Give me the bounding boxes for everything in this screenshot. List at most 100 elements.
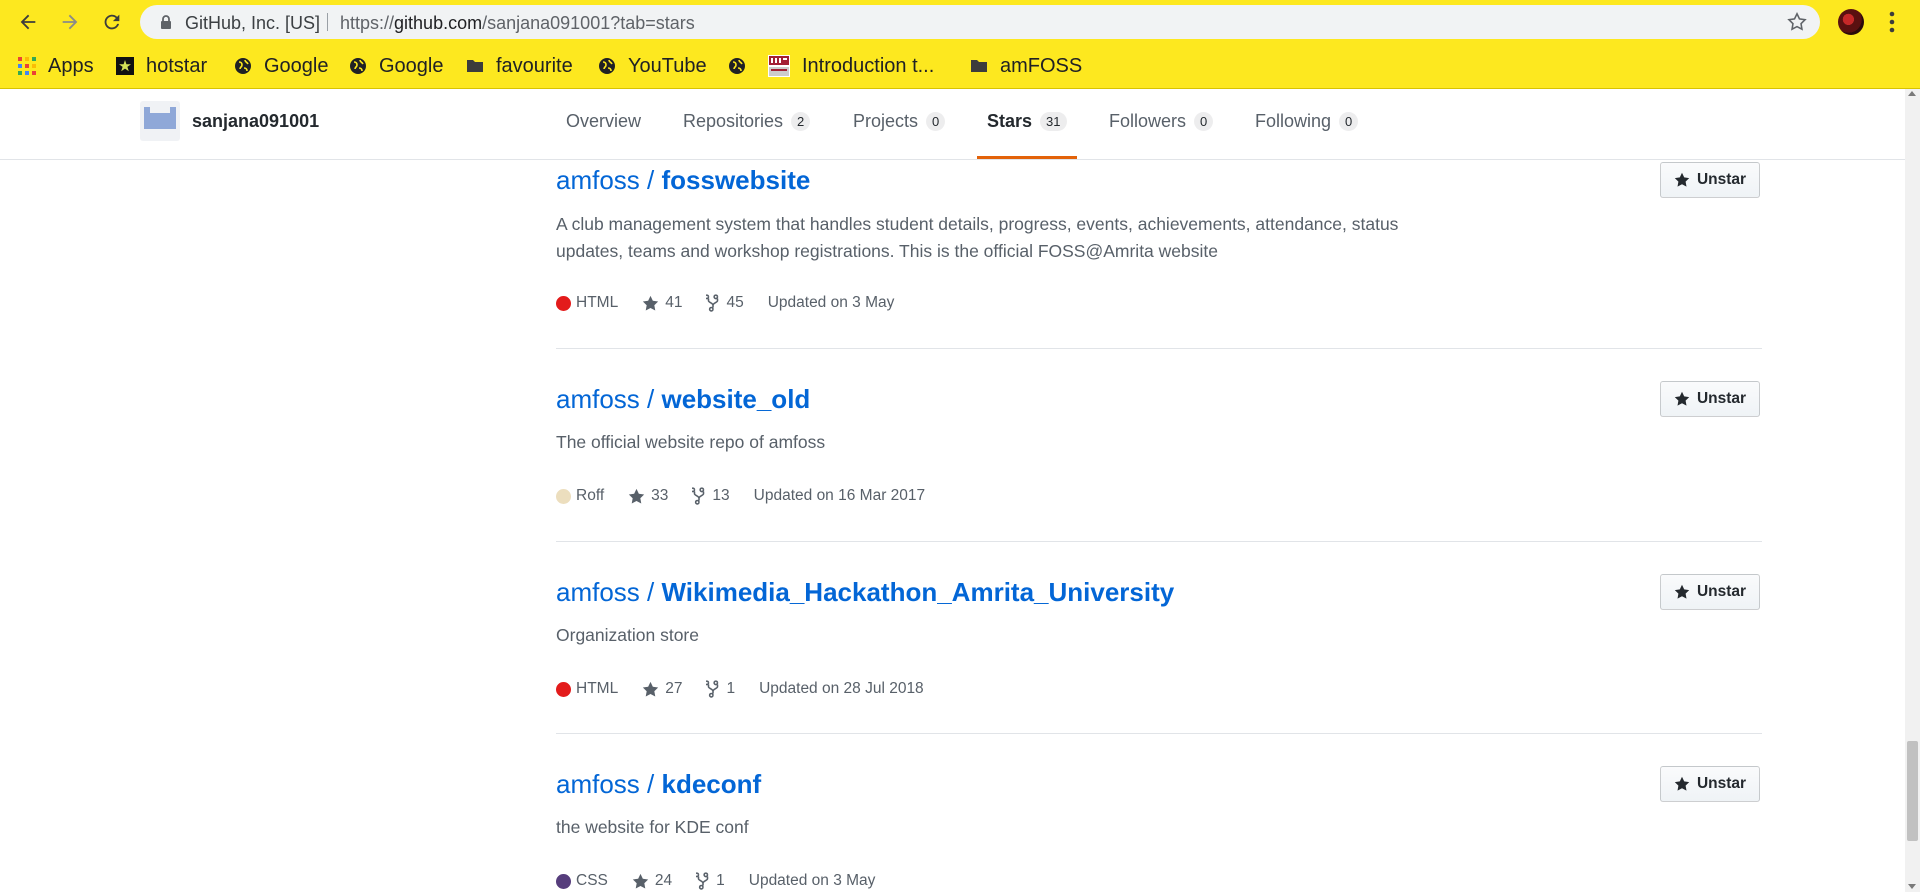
repo-forks[interactable]: 45: [706, 294, 744, 312]
unstar-button[interactable]: Unstar: [1660, 162, 1760, 198]
star-icon: [1674, 172, 1690, 187]
repo-name: kdeconf: [661, 769, 762, 799]
tab-overview[interactable]: Overview: [566, 111, 641, 132]
tab-label: Repositories: [683, 111, 784, 131]
unstar-button[interactable]: Unstar: [1660, 766, 1760, 802]
repo-name: website_old: [661, 384, 811, 414]
repo-stargazers[interactable]: 33: [628, 487, 668, 505]
bookmark-youtube[interactable]: YouTube: [598, 44, 707, 88]
forks-count: 13: [712, 487, 730, 504]
tab-label: Overview: [566, 111, 642, 131]
repo-language: CSS: [556, 872, 608, 890]
forward-arrow-icon[interactable]: [56, 8, 84, 36]
repo-title-link[interactable]: amfoss / website_old: [556, 384, 810, 415]
repo-forks[interactable]: 1: [696, 872, 725, 890]
star-icon: [1674, 776, 1690, 791]
apps-grid-icon: [18, 57, 36, 75]
bookmark-mit-ocw[interactable]: Introduction t...: [768, 44, 934, 88]
repo-forks[interactable]: 1: [706, 680, 735, 698]
tab-stars[interactable]: Stars 31: [987, 111, 1067, 132]
tab-label: Following: [1255, 111, 1332, 131]
repo-forks[interactable]: 13: [692, 487, 730, 505]
reload-icon[interactable]: [98, 8, 126, 36]
tab-following[interactable]: Following 0: [1255, 111, 1359, 132]
tab-count: 0: [1194, 112, 1214, 131]
hotstar-favicon: [116, 57, 134, 75]
bookmark-hotstar[interactable]: hotstar: [116, 44, 207, 88]
repo-description: A club management system that handles st…: [556, 214, 1399, 261]
bookmark-label: Google: [264, 54, 329, 77]
bookmark-label: Google: [379, 54, 444, 77]
url-text[interactable]: https://github.com/sanjana091001?tab=sta…: [340, 13, 695, 34]
unstar-button[interactable]: Unstar: [1660, 381, 1760, 417]
repo-stargazers[interactable]: 24: [632, 872, 672, 890]
scroll-down-arrow-icon[interactable]: [1908, 884, 1916, 889]
fork-icon: [692, 487, 705, 505]
active-tab-indicator: [977, 156, 1077, 159]
repo-name: Wikimedia_Hackathon_Amrita_University: [661, 577, 1175, 607]
star-icon: [643, 681, 659, 697]
unstar-label: Unstar: [1696, 775, 1747, 792]
bookmark-google-2[interactable]: Google: [349, 44, 444, 88]
language-label: HTML: [576, 680, 619, 697]
tab-projects[interactable]: Projects 0: [853, 111, 946, 132]
url-path: /sanjana091001?tab=stars: [482, 13, 695, 33]
repo-meta: Roff 33 13 Updated on 16 Mar 2017: [556, 487, 949, 505]
scroll-up-arrow-icon[interactable]: [1908, 91, 1916, 96]
bookmark-label: Apps: [48, 54, 94, 77]
scrollbar-thumb[interactable]: [1907, 741, 1918, 841]
back-arrow-icon[interactable]: [14, 8, 42, 36]
identicon-icon: [144, 107, 176, 129]
browser-menu-icon[interactable]: [1882, 9, 1902, 35]
globe-icon: [599, 58, 615, 74]
bookmark-label: Introduction t...: [802, 54, 935, 77]
repo-owner: amfoss /: [556, 577, 655, 607]
repo-title-link[interactable]: amfoss / fosswebsite: [556, 165, 810, 196]
bookmark-unnamed[interactable]: [728, 44, 758, 88]
globe-icon: [235, 58, 251, 74]
tab-count: 31: [1040, 112, 1067, 131]
tab-count: 0: [1339, 112, 1359, 131]
folder-icon: [971, 60, 987, 72]
profile-header: sanjana091001 Overview Repositories 2 Pr…: [0, 89, 1905, 160]
mit-ocw-favicon: [768, 55, 790, 77]
url-host: github.com: [394, 13, 483, 33]
profile-username[interactable]: sanjana091001: [192, 111, 319, 132]
bookmark-folder-amfoss[interactable]: amFOSS: [970, 44, 1082, 88]
repo-updated: Updated on 16 Mar 2017: [753, 487, 926, 504]
repo-title-link[interactable]: amfoss / Wikimedia_Hackathon_Amrita_Univ…: [556, 577, 1174, 608]
bookmark-google-1[interactable]: Google: [234, 44, 329, 88]
repo-owner: amfoss /: [556, 384, 655, 414]
language-label: CSS: [576, 872, 608, 889]
page-scrollbar[interactable]: [1905, 89, 1920, 892]
repo-language: HTML: [556, 294, 618, 312]
language-label: HTML: [576, 294, 619, 311]
bookmark-star-icon[interactable]: [1786, 11, 1808, 33]
bookmark-folder-favourite[interactable]: favourite: [466, 44, 573, 88]
bookmark-label: amFOSS: [1000, 54, 1083, 77]
repo-title-link[interactable]: amfoss / kdeconf: [556, 769, 761, 800]
unstar-label: Unstar: [1696, 390, 1747, 407]
bookmark-label: YouTube: [628, 54, 707, 77]
repo-divider: [556, 348, 1762, 349]
forks-count: 1: [716, 872, 725, 889]
repo-meta: HTML 41 45 Updated on 3 May: [556, 294, 918, 312]
globe-icon: [350, 58, 366, 74]
bookmark-apps[interactable]: Apps: [18, 44, 94, 88]
browser-toolbar: GitHub, Inc. [US] https://github.com/san…: [0, 0, 1920, 44]
tab-label: Stars: [987, 111, 1033, 131]
browser-profile-avatar[interactable]: [1838, 9, 1864, 35]
repo-name: fosswebsite: [661, 165, 811, 195]
tab-repositories[interactable]: Repositories 2: [683, 111, 811, 132]
unstar-label: Unstar: [1696, 583, 1747, 600]
language-color-dot: [556, 681, 571, 697]
repo-stargazers[interactable]: 27: [642, 680, 682, 698]
lock-icon: [161, 15, 171, 29]
tab-followers[interactable]: Followers 0: [1109, 111, 1214, 132]
star-icon: [632, 873, 649, 889]
address-bar[interactable]: GitHub, Inc. [US] https://github.com/san…: [140, 5, 1820, 39]
user-avatar[interactable]: [140, 101, 180, 141]
repo-stargazers[interactable]: 41: [642, 294, 682, 312]
unstar-button[interactable]: Unstar: [1660, 574, 1760, 610]
fork-icon: [706, 294, 719, 312]
